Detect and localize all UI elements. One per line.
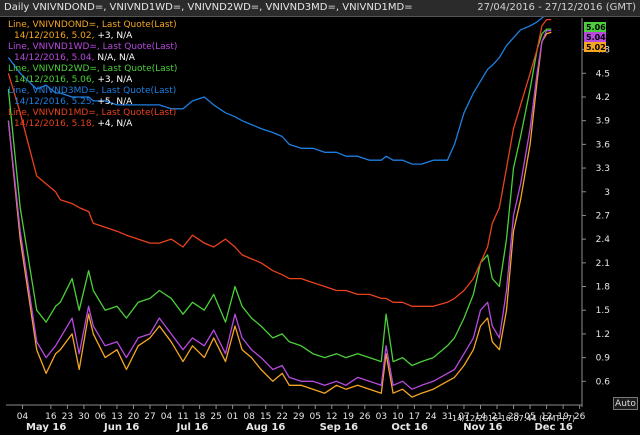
legend-value: 5.04, <box>69 53 95 63</box>
y-tick-label: 3.9 <box>596 117 611 127</box>
x-tick-label: 29 <box>293 412 305 422</box>
y-tick-label: 2.4 <box>596 235 611 245</box>
legend-value: 5.02, <box>69 31 95 41</box>
x-tick-label: 11 <box>177 412 188 422</box>
date-range[interactable]: 27/04/2016 - 27/12/2016 (GMT) <box>477 2 636 13</box>
last-value-tag-label: 5.06 <box>586 23 606 32</box>
legend-date: 14/12/2016, <box>14 31 69 41</box>
legend-entry-values: 14/12/2016, 5.18, +4, N/A <box>14 119 133 129</box>
legend-entry-title: Line, VNIVND3MD=, Last Quote(Last) <box>8 86 176 96</box>
legend-date: 14/12/2016, <box>14 97 69 107</box>
legend-entry-values: 14/12/2016, 5.06, +3, N/A <box>14 75 133 85</box>
month-label: Jun 16 <box>103 422 139 433</box>
x-tick-label: 25 <box>210 412 221 422</box>
x-tick-label: 15 <box>260 412 271 422</box>
legend-entry-title: Line, VNIVND1MD=, Last Quote(Last) <box>8 108 176 118</box>
month-label: May 16 <box>26 422 66 433</box>
x-tick-label: 10 <box>392 412 404 422</box>
x-tick-label: 23 <box>62 412 73 422</box>
x-tick-label: 06 <box>95 412 107 422</box>
x-tick-label: 26 <box>574 412 586 422</box>
x-tick-label: 04 <box>161 412 173 422</box>
y-tick-label: 4.2 <box>596 93 610 103</box>
y-tick-label: 4.5 <box>596 69 610 79</box>
legend-value: 5.25, <box>69 97 95 107</box>
y-tick-label: 3 <box>604 188 610 198</box>
legend-date: 14/12/2016, <box>14 75 69 85</box>
legend-entry-values: 14/12/2016, 5.25, +5, N/A <box>14 97 133 107</box>
legend-change: +5, N/A <box>95 97 134 107</box>
x-tick-label: 01 <box>227 412 238 422</box>
legend-change: +3, N/A <box>95 75 134 85</box>
y-tick-label: 0.9 <box>596 354 611 364</box>
month-label: Sep 16 <box>320 422 359 433</box>
timestamp: 14/12/2016 16:07:44 (GMT+7) <box>452 414 576 423</box>
y-tick-label: 1.5 <box>596 306 610 316</box>
y-tick-label: 0.6 <box>596 377 611 387</box>
x-tick-label: 13 <box>111 412 122 422</box>
x-tick-label: 22 <box>276 412 287 422</box>
x-tick-label: 17 <box>409 412 420 422</box>
x-tick-label: 27 <box>144 412 155 422</box>
x-tick-label: 12 <box>326 412 337 422</box>
legend-entry-values: 14/12/2016, 5.02, +3, N/A <box>14 31 133 41</box>
chart: 0.6 0.9 1.2 1.5 1.8 2.1 2.4 2.7 3 3.3 3.6 3.9 4.2 4.5… <box>6 13 611 433</box>
legend-date: 14/12/2016, <box>14 119 69 129</box>
y-tick-label: 2.1 <box>596 259 610 269</box>
x-tick-label: 24 <box>425 412 437 422</box>
legend-entry-title: Line, VNIVND1WD=, Last Quote(Last) <box>8 42 177 52</box>
month-label: Oct 16 <box>391 422 428 433</box>
y-tick-label: 1.8 <box>596 283 611 293</box>
y-tick-label: 2.7 <box>596 211 610 221</box>
last-value-tag-label: 5.04 <box>586 33 606 42</box>
x-tick-label: 08 <box>243 412 255 422</box>
month-label: Nov 16 <box>463 422 502 433</box>
y-tick-label: 3.6 <box>596 140 611 150</box>
month-label: Aug 16 <box>246 422 285 433</box>
legend-value: 5.06, <box>69 75 95 85</box>
legend-value: 5.18, <box>69 119 95 129</box>
last-value-tag-label: 5.02 <box>586 43 606 52</box>
chart-title: Daily VNIVNDOND=, VNIVND1WD=, VNIVND2WD=… <box>4 2 413 13</box>
legend-entry-title: Line, VNIVNDOND=, Last Quote(Last) <box>8 20 177 30</box>
x-tick-label: 26 <box>359 412 371 422</box>
title-bar: Daily VNIVNDOND=, VNIVND1WD=, VNIVND2WD=… <box>0 0 640 17</box>
y-tick-label: 3.3 <box>596 164 610 174</box>
x-tick-label: 20 <box>128 412 140 422</box>
legend-entry-title: Line, VNIVND2WD=, Last Quote(Last) <box>8 64 177 74</box>
x-tick-label: 03 <box>376 412 387 422</box>
x-tick-label: 18 <box>194 412 206 422</box>
x-tick-label: 16 <box>45 412 57 422</box>
x-tick-label: 30 <box>78 412 90 422</box>
month-label: Jul 16 <box>176 422 209 433</box>
x-tick-label: 05 <box>310 412 321 422</box>
legend-change: N/A, N/A <box>95 53 136 63</box>
x-tick-label: 04 <box>17 412 29 422</box>
legend-change: +3, N/A <box>95 31 134 41</box>
month-label: Dec 16 <box>534 422 572 433</box>
y-tick-label: 1.2 <box>596 330 610 340</box>
legend-entry-values: 14/12/2016, 5.04, N/A, N/A <box>14 53 136 63</box>
legend-date: 14/12/2016, <box>14 53 69 63</box>
legend-change: +4, N/A <box>95 119 134 129</box>
auto-scale-button[interactable]: Auto <box>613 397 638 410</box>
x-tick-label: 19 <box>343 412 355 422</box>
